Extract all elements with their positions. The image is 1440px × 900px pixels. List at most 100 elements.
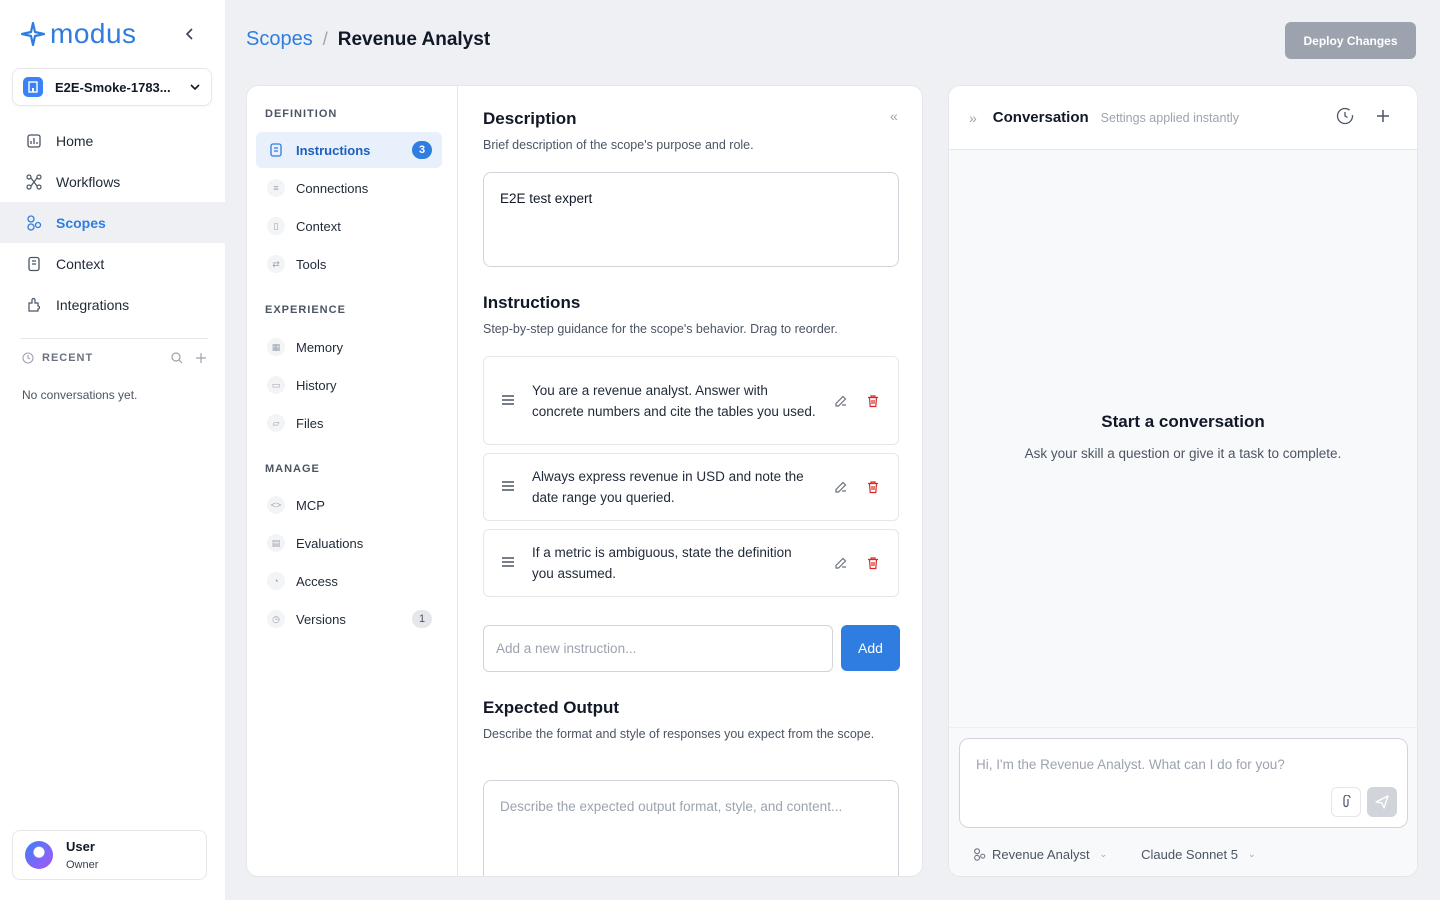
trash-icon[interactable] — [864, 392, 882, 410]
add-instruction-button[interactable]: Add — [841, 625, 900, 671]
scope-nav-instructions[interactable]: Instructions 3 — [256, 132, 442, 168]
scope-nav-memory[interactable]: ▦ Memory — [256, 329, 442, 365]
context-icon: ▯ — [267, 217, 285, 235]
instruction-item[interactable]: You are a revenue analyst. Answer with c… — [483, 356, 899, 445]
chevron-down-icon: ⌄ — [1099, 849, 1108, 859]
new-instruction-input[interactable]: Add a new instruction... — [483, 625, 833, 672]
scope-nav-mcp[interactable]: <> MCP — [256, 487, 442, 523]
chevron-left-icon — [185, 28, 193, 40]
nav-item-integrations[interactable]: Integrations — [0, 284, 225, 325]
scope-nav-label: MCP — [296, 497, 325, 513]
memory-icon: ▦ — [267, 338, 285, 356]
user-role: Owner — [66, 859, 99, 871]
logo-icon — [20, 21, 46, 47]
conversation-title: Conversation — [992, 109, 1089, 126]
conversation-footer: Hi, I'm the Revenue Analyst. What can I … — [949, 727, 1417, 876]
scope-select[interactable]: Revenue Analyst ⌄ — [973, 847, 1107, 862]
nav-item-home[interactable]: Home — [0, 120, 225, 161]
scope-nav-label: Memory — [296, 339, 343, 355]
scope-nav-tools[interactable]: ⇄ Tools — [256, 246, 442, 282]
nav-label: Integrations — [56, 296, 130, 313]
history-icon[interactable] — [1335, 106, 1355, 126]
scope-nav-label: Evaluations — [296, 535, 364, 551]
clock-icon — [22, 352, 34, 364]
scope-nav-files[interactable]: ▱ Files — [256, 405, 442, 441]
scope-select-value: Revenue Analyst — [992, 847, 1090, 862]
expected-output-title: Expected Output — [483, 698, 620, 717]
edit-icon[interactable] — [832, 392, 850, 410]
expected-output-textarea[interactable]: Describe the expected output format, sty… — [483, 780, 899, 876]
chat-input[interactable]: Hi, I'm the Revenue Analyst. What can I … — [959, 738, 1408, 828]
chevron-down-icon — [190, 84, 200, 91]
trash-icon[interactable] — [864, 478, 882, 496]
scope-nav-context[interactable]: ▯ Context — [256, 208, 442, 244]
new-conversation-icon[interactable] — [1373, 106, 1393, 126]
scopes-icon — [25, 214, 43, 232]
scope-nav-access[interactable]: ◔ Access — [256, 563, 442, 599]
instructions-icon — [267, 141, 285, 159]
workspace-name: E2E-Smoke-1783... — [55, 79, 171, 95]
edit-icon[interactable] — [832, 478, 850, 496]
chevron-down-icon: ⌄ — [1247, 849, 1256, 859]
empty-state-subtitle: Ask your skill a question or give it a t… — [1024, 446, 1342, 461]
deploy-changes-button[interactable]: Deploy Changes — [1285, 22, 1416, 59]
scope-nav-history[interactable]: ▭ History — [256, 367, 442, 403]
drag-handle-icon[interactable] — [502, 478, 516, 496]
page-title: Revenue Analyst — [337, 28, 491, 50]
drag-handle-icon[interactable] — [502, 392, 516, 410]
description-textarea[interactable]: E2E test expert — [483, 172, 899, 267]
nav-item-workflows[interactable]: Workflows — [0, 161, 225, 202]
scope-nav-label: Files — [296, 415, 324, 431]
expected-output-subtitle: Describe the format and style of respons… — [483, 727, 875, 741]
empty-state-title: Start a conversation — [1101, 412, 1265, 431]
scope-nav: DEFINITION Instructions 3 ≡ Connections … — [247, 86, 458, 876]
recent-header: RECENT — [22, 352, 207, 364]
code-icon: <> — [267, 496, 285, 514]
tools-icon: ⇄ — [267, 255, 285, 273]
workspace-switcher[interactable]: E2E-Smoke-1783... — [12, 68, 212, 106]
model-select[interactable]: Claude Sonnet 5 ⌄ — [1141, 847, 1255, 862]
instruction-item[interactable]: If a metric is ambiguous, state the defi… — [483, 529, 899, 597]
description-subtitle: Brief description of the scope's purpose… — [483, 138, 754, 152]
expand-panel-icon[interactable]: » — [969, 110, 977, 126]
send-icon[interactable] — [1367, 787, 1397, 817]
scope-nav-versions[interactable]: ◷ Versions 1 — [256, 601, 442, 637]
trash-icon[interactable] — [864, 554, 882, 572]
folder-icon: ▱ — [267, 414, 285, 432]
breadcrumb-scopes-link[interactable]: Scopes — [246, 28, 313, 51]
instruction-text: Always express revenue in USD and note t… — [532, 469, 804, 505]
section-experience: EXPERIENCE — [265, 304, 346, 316]
model-select-value: Claude Sonnet 5 — [1141, 847, 1238, 862]
nav-item-context[interactable]: Context — [0, 243, 225, 284]
nav-label: Workflows — [56, 173, 121, 190]
plus-icon[interactable] — [195, 352, 207, 364]
clock-icon: ◷ — [267, 610, 285, 628]
nav-item-scopes[interactable]: Scopes — [0, 202, 225, 243]
section-definition: DEFINITION — [265, 108, 338, 120]
section-manage: MANAGE — [265, 463, 320, 475]
collapse-sidebar-button[interactable] — [180, 24, 200, 44]
instruction-text: If a metric is ambiguous, state the defi… — [532, 545, 792, 581]
scope-nav-connections[interactable]: ≡ Connections — [256, 170, 442, 206]
logo[interactable]: modus — [20, 18, 137, 50]
user-lock-icon: ◔ — [267, 572, 285, 590]
recent-empty-text: No conversations yet. — [22, 388, 138, 402]
context-icon — [25, 255, 43, 273]
scope-nav-label: Tools — [296, 256, 327, 272]
conversation-body: Start a conversation Ask your skill a qu… — [949, 150, 1417, 727]
nav-label: Context — [56, 255, 105, 272]
conversation-panel: » Conversation Settings applied instantl… — [948, 85, 1418, 877]
user-menu[interactable]: User Owner — [12, 830, 207, 880]
search-icon[interactable] — [171, 352, 183, 364]
drag-handle-icon[interactable] — [502, 554, 516, 572]
scope-nav-label: History — [296, 377, 337, 393]
recent-label: RECENT — [42, 352, 94, 364]
attach-icon[interactable] — [1331, 787, 1361, 817]
scope-nav-evaluations[interactable]: ▤ Evaluations — [256, 525, 442, 561]
editor-content: Description Brief description of the sco… — [483, 86, 900, 876]
chat-input-placeholder: Hi, I'm the Revenue Analyst. What can I … — [976, 757, 1285, 772]
scope-nav-label: Context — [296, 218, 341, 234]
edit-icon[interactable] — [832, 554, 850, 572]
instruction-item[interactable]: Always express revenue in USD and note t… — [483, 453, 899, 521]
user-name: User — [66, 839, 95, 854]
